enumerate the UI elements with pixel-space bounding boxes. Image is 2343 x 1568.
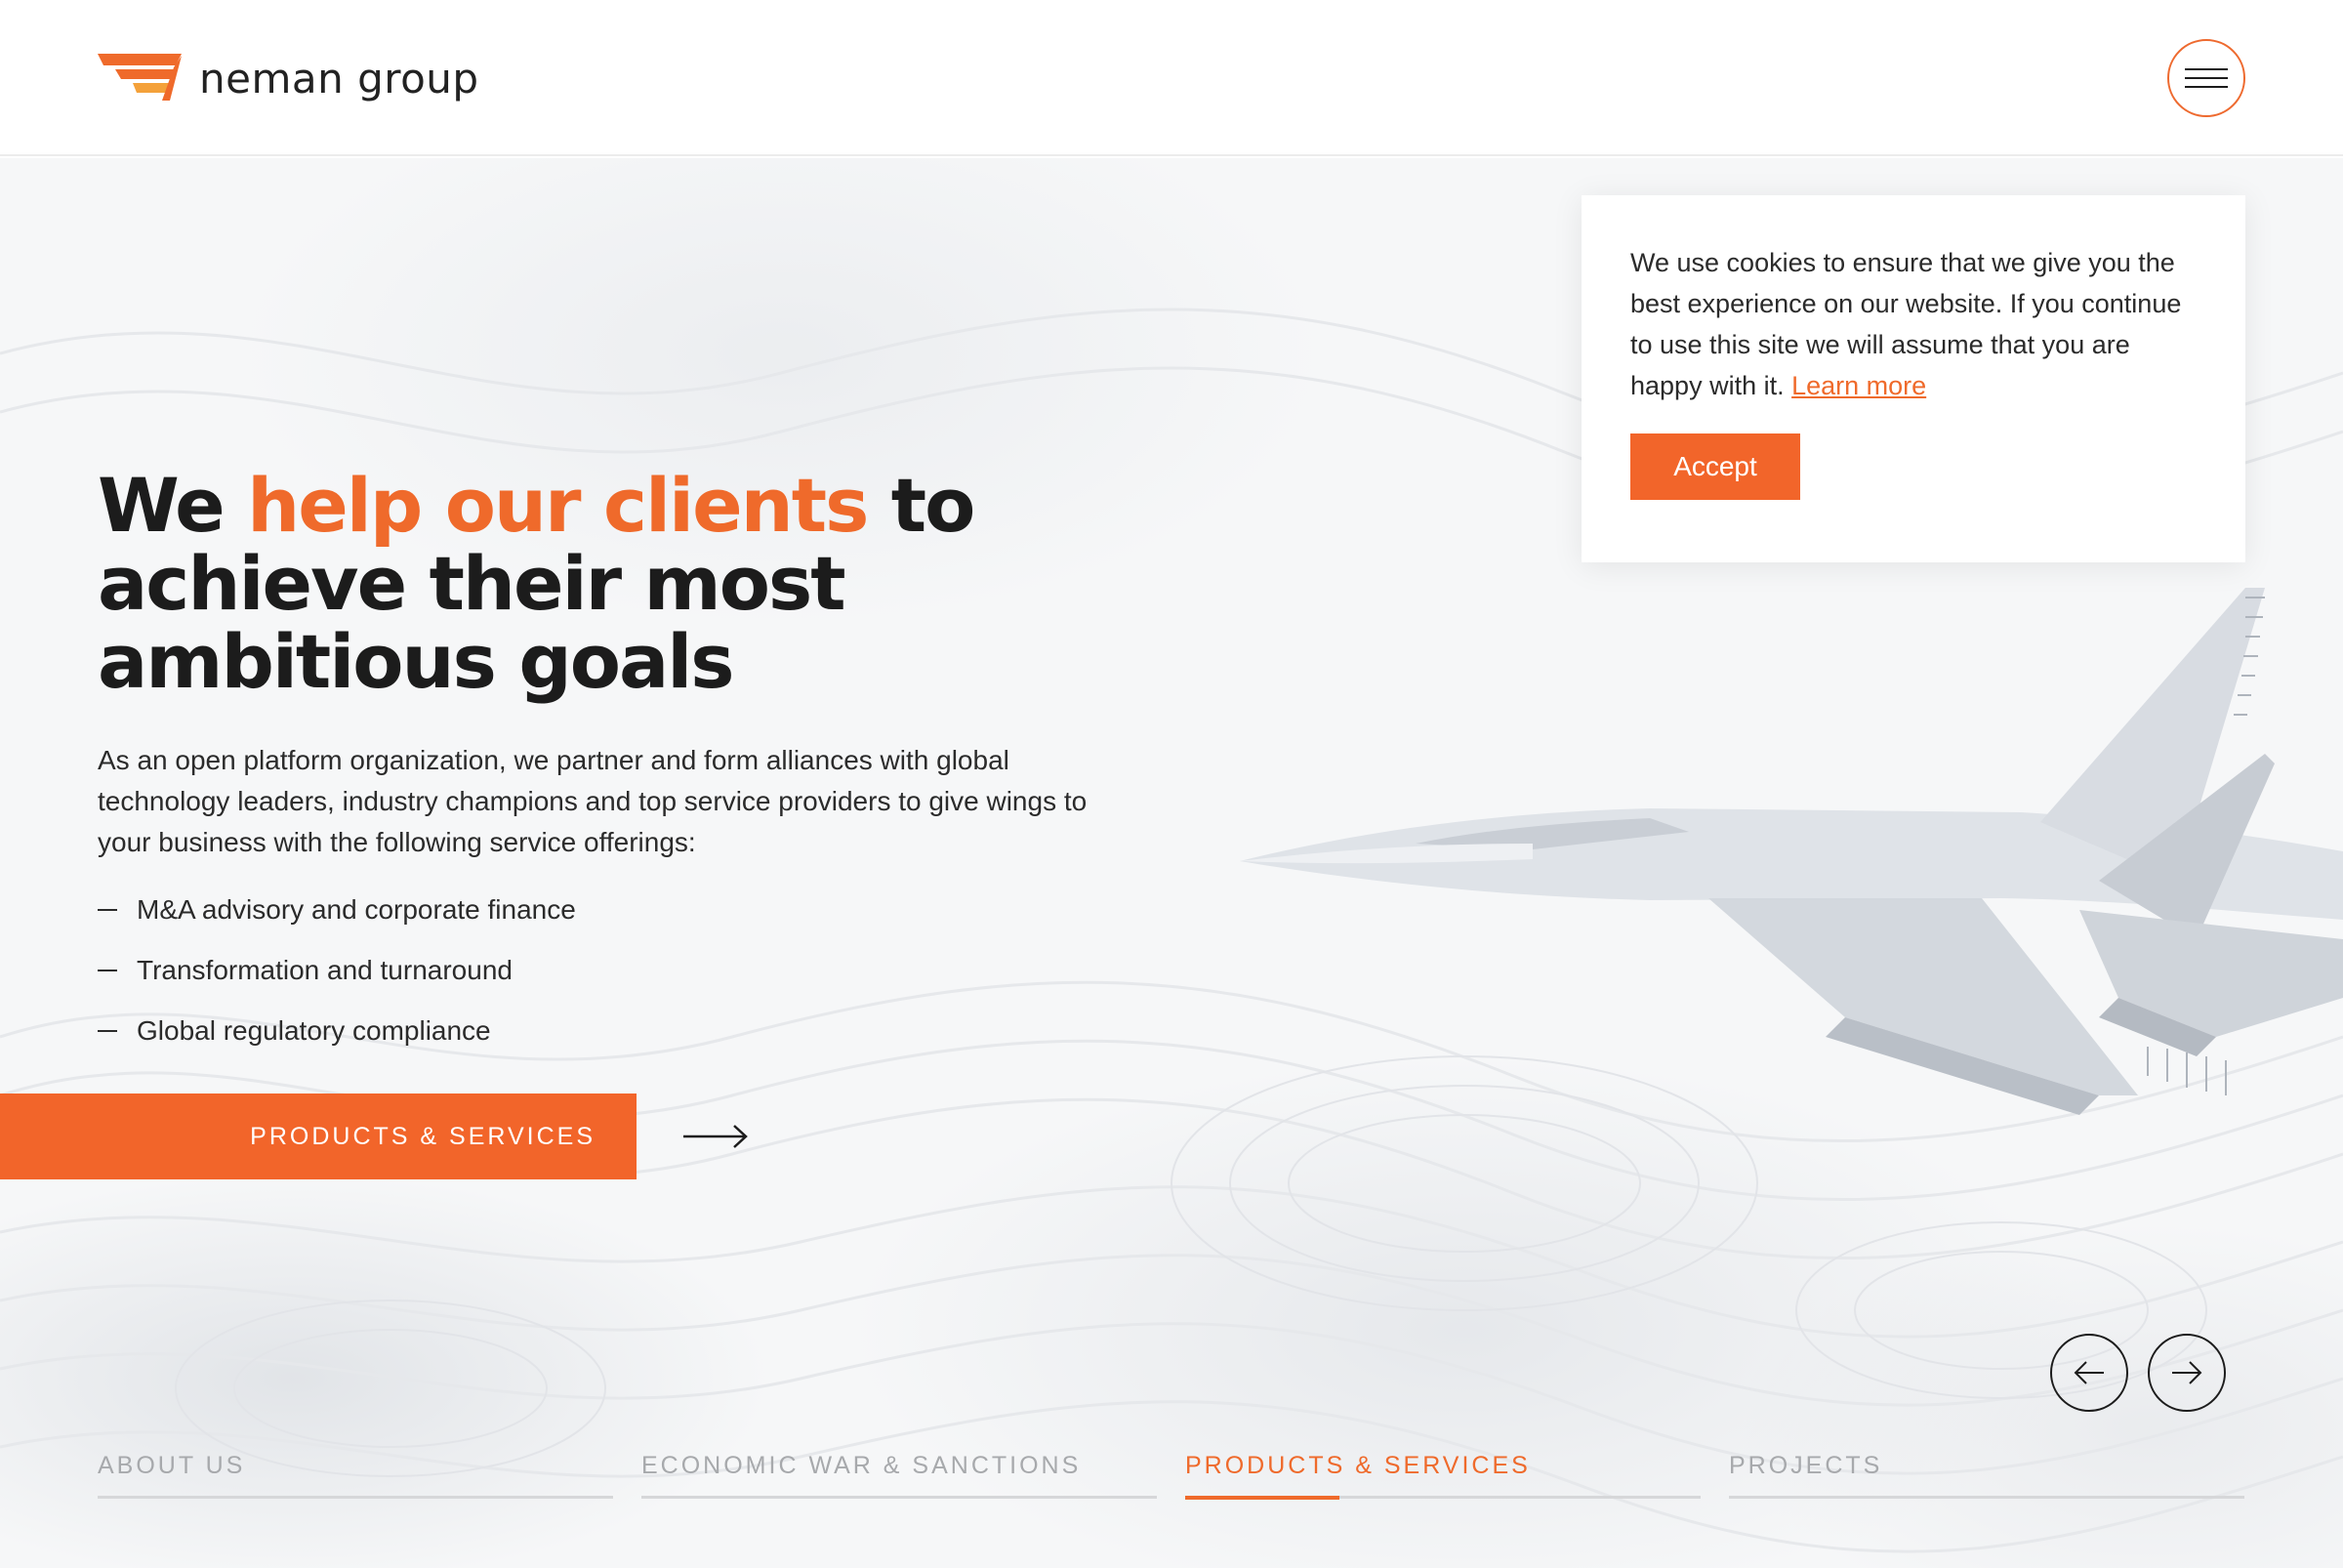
slider-next-button[interactable] (2148, 1334, 2226, 1412)
tab-progress-bar (1185, 1496, 1340, 1500)
dash-icon (98, 1030, 117, 1032)
site-header: neman group (0, 0, 2343, 156)
hero-intro-text: As an open platform organization, we par… (98, 745, 1088, 857)
tab-about-us[interactable]: ABOUT US (98, 1451, 613, 1499)
offering-label: M&A advisory and corporate finance (137, 894, 576, 925)
arrow-left-icon (2074, 1361, 2104, 1384)
learn-more-link[interactable]: Learn more (1791, 371, 1926, 400)
tab-underline (641, 1496, 1157, 1499)
dash-icon (98, 909, 117, 911)
tab-economic-war-sanctions[interactable]: ECONOMIC WAR & SANCTIONS (641, 1451, 1157, 1499)
slider-prev-button[interactable] (2050, 1334, 2128, 1412)
tab-underline (1185, 1496, 1701, 1500)
service-offerings-list: M&A advisory and corporate finance Trans… (98, 890, 576, 1072)
tab-underline (1729, 1496, 2244, 1499)
list-item: Global regulatory compliance (98, 1011, 576, 1051)
arrow-right-icon (2172, 1361, 2202, 1384)
tab-label: ECONOMIC WAR & SANCTIONS (641, 1452, 1082, 1479)
tab-projects[interactable]: PROJECTS (1729, 1451, 2244, 1499)
list-item: M&A advisory and corporate finance (98, 890, 576, 929)
logo-link[interactable]: neman group (98, 49, 479, 107)
accept-cookies-button[interactable]: Accept (1630, 433, 1800, 500)
tab-label: ABOUT US (98, 1452, 246, 1479)
cookie-text: We use cookies to ensure that we give yo… (1630, 242, 2197, 406)
tab-label: PRODUCTS & SERVICES (1185, 1452, 1531, 1479)
headline-part-1: We (98, 462, 248, 549)
dash-icon (98, 970, 117, 971)
tab-underline (98, 1496, 613, 1499)
hamburger-menu-icon (2185, 68, 2228, 88)
tab-products-services[interactable]: PRODUCTS & SERVICES (1185, 1451, 1701, 1500)
offering-label: Global regulatory compliance (137, 1015, 491, 1046)
menu-button[interactable] (2167, 39, 2245, 117)
tab-label: PROJECTS (1729, 1452, 1883, 1479)
arrow-right-icon[interactable] (683, 1121, 750, 1152)
jet-plane-image (1240, 588, 2343, 1115)
products-services-button[interactable]: PRODUCTS & SERVICES (0, 1093, 637, 1179)
list-item: Transformation and turnaround (98, 951, 576, 990)
headline-accent: help our clients (247, 462, 869, 549)
cookie-banner: We use cookies to ensure that we give yo… (1582, 195, 2245, 562)
logo-wing-icon (98, 54, 182, 101)
section-tabs: ABOUT US ECONOMIC WAR & SANCTIONS PRODUC… (98, 1451, 2245, 1500)
logo-text: neman group (199, 54, 479, 103)
hero-headline: We help our clients to achieve their mos… (98, 467, 1220, 701)
offering-label: Transformation and turnaround (137, 955, 513, 985)
